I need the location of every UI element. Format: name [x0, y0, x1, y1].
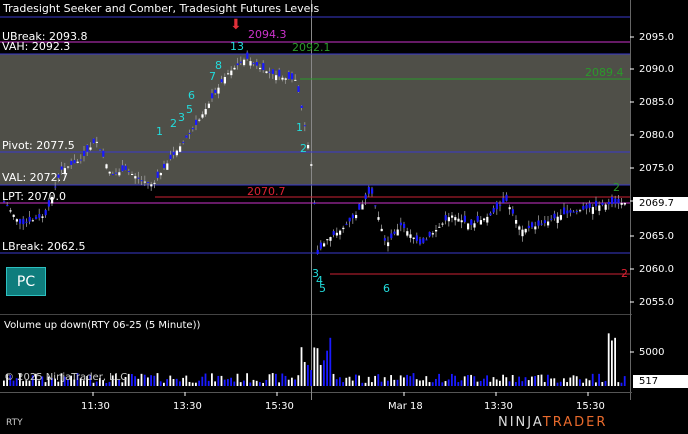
- copyright: © 2025 NinjaTrader, LLC: [4, 372, 128, 383]
- time-axis-label: 13:30: [484, 401, 513, 412]
- price-axis-label: 2095.0: [639, 32, 674, 43]
- price-axis-label: 2060.0: [639, 264, 674, 275]
- ninjatrader-logo: NINJATRADER: [498, 415, 608, 430]
- level-vah: VAH: 2092.3: [2, 40, 71, 53]
- red-right-label: 2: [621, 267, 628, 280]
- level-pivot: Pivot: 2077.5: [2, 139, 75, 152]
- time-axis-label: 15:30: [576, 401, 605, 412]
- price-axis-label: 2080.0: [639, 130, 674, 141]
- price-axis-label: 2055.0: [639, 297, 674, 308]
- level-lpt: LPT: 2070.0: [2, 190, 66, 203]
- price-axis-label: 2065.0: [639, 231, 674, 242]
- chart-title: Tradesight Seeker and Comber, Tradesight…: [3, 2, 320, 15]
- instrument-label: RTY: [6, 418, 23, 428]
- count-2-b: 2: [300, 142, 307, 155]
- count-1-b: 1: [296, 121, 303, 134]
- count-8: 8: [215, 59, 222, 72]
- count-7: 7: [209, 70, 216, 83]
- count-3: 3: [178, 111, 185, 124]
- price-axis-label: 2090.0: [639, 64, 674, 75]
- green-vah-label: 2092.1: [292, 41, 331, 54]
- time-axis-label: Mar 18: [388, 401, 423, 412]
- green-right-small-label: 2: [613, 181, 620, 194]
- count-1: 1: [156, 125, 163, 138]
- volume-panel-title: Volume up down(RTY 06-25 (5 Minute)): [4, 320, 201, 331]
- count-5: 5: [186, 103, 193, 116]
- level-val: VAL: 2072.7: [2, 171, 69, 184]
- time-axis-label: 11:30: [81, 401, 110, 412]
- level-lbreak: LBreak: 2062.5: [2, 240, 86, 253]
- count-5-b: 5: [319, 282, 326, 295]
- count-13: 13: [230, 40, 244, 53]
- red-mid-label: 2070.7: [247, 185, 286, 198]
- count-2: 2: [170, 117, 177, 130]
- count-6: 6: [188, 89, 195, 102]
- time-axis-label: 15:30: [265, 401, 294, 412]
- down-arrow-icon: ⬇: [230, 17, 242, 33]
- current-price-tag: 2069.7: [633, 197, 688, 211]
- time-axis-label: 13:30: [173, 401, 202, 412]
- volume-axis-label: 5000: [639, 347, 665, 358]
- value-area-band: [0, 54, 630, 185]
- count-6-b: 6: [383, 282, 390, 295]
- green-right-label: 2089.4: [585, 66, 624, 79]
- magenta-level-label: 2094.3: [248, 28, 287, 41]
- current-volume-tag: 517: [633, 375, 688, 388]
- price-axis-label: 2075.0: [639, 163, 674, 174]
- pc-button[interactable]: PC: [6, 267, 46, 296]
- price-axis-label: 2085.0: [639, 97, 674, 108]
